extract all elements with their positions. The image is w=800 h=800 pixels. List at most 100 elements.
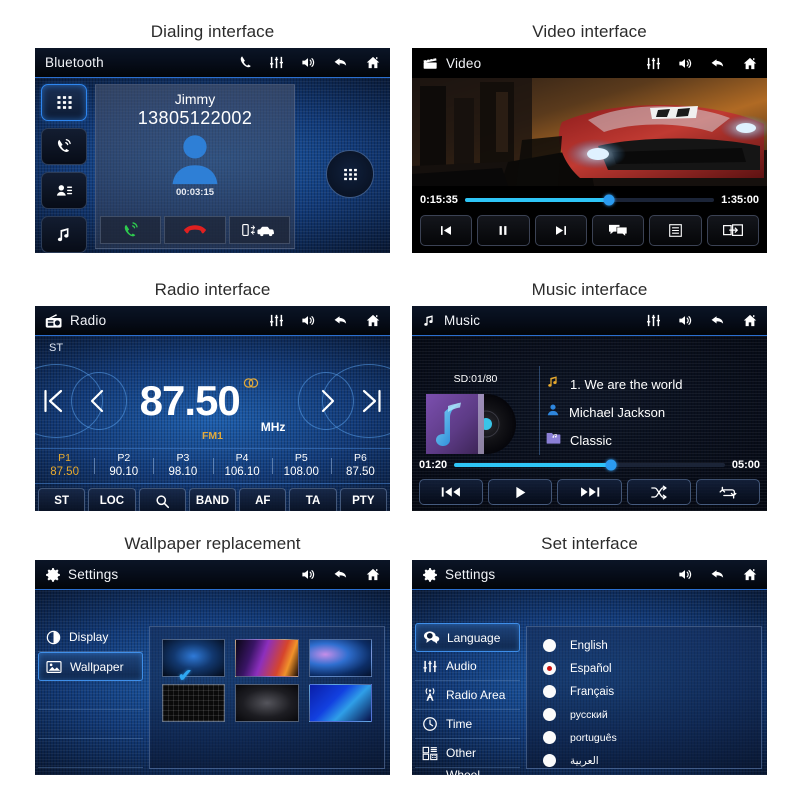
previous-button[interactable] xyxy=(420,215,473,246)
menu-item-content: Other xyxy=(415,739,520,768)
pause-button[interactable] xyxy=(477,215,530,246)
language-label: Français xyxy=(570,685,615,698)
radio-button[interactable] xyxy=(543,662,556,675)
screen-switch-icon[interactable] xyxy=(706,215,759,246)
radio-st-button[interactable]: ST xyxy=(38,488,86,511)
sidebar-item-call-log[interactable] xyxy=(41,128,87,165)
settings-menu-item-language[interactable]: Language xyxy=(415,623,520,652)
radio-af-button[interactable]: AF xyxy=(239,488,287,511)
radio-preset-p2[interactable]: P2 90.10 xyxy=(94,452,153,480)
settings-menu-item-wallpaper[interactable]: Wallpaper xyxy=(38,652,143,681)
music-album-pane: SD:01/80 xyxy=(412,366,540,455)
sidebar-item-contacts[interactable] xyxy=(41,172,87,209)
music-progress-bar[interactable] xyxy=(454,459,725,471)
video-progress-bar[interactable] xyxy=(464,194,715,206)
subtitle-icon[interactable] xyxy=(591,215,645,246)
dial-pad-button[interactable] xyxy=(326,150,374,198)
back-icon[interactable] xyxy=(331,567,350,582)
radio-button[interactable] xyxy=(543,754,556,767)
radio-button[interactable] xyxy=(543,708,556,721)
radio-button[interactable] xyxy=(543,731,556,744)
language-option-1[interactable]: Español xyxy=(543,657,761,680)
settings-menu-item-other[interactable]: Other xyxy=(415,739,520,768)
radio-preset-p6[interactable]: P6 87.50 xyxy=(330,452,390,480)
equalizer-icon[interactable] xyxy=(645,313,662,328)
radio-loc-button[interactable]: LOC xyxy=(88,488,136,511)
end-call-button[interactable] xyxy=(164,216,226,244)
radio-preset-p3[interactable]: P3 98.10 xyxy=(153,452,212,480)
home-icon[interactable] xyxy=(364,313,382,328)
sidebar-item-keypad[interactable] xyxy=(41,84,87,121)
answer-call-button[interactable] xyxy=(100,216,162,244)
equalizer-icon[interactable] xyxy=(268,313,285,328)
language-option-0[interactable]: English xyxy=(543,634,761,657)
radio-button[interactable] xyxy=(543,639,556,652)
wallpaper-thumb-6[interactable] xyxy=(308,684,372,722)
home-icon[interactable] xyxy=(741,56,759,71)
video-progress-knob[interactable] xyxy=(603,194,615,206)
radio-band-button[interactable]: BAND xyxy=(188,488,237,511)
wallpaper-menu: Display Wallpaper xyxy=(38,623,143,772)
settings-menu-item-radio-area[interactable]: Radio Area xyxy=(415,681,520,710)
home-icon[interactable] xyxy=(364,55,382,70)
language-option-4[interactable]: português xyxy=(543,726,761,749)
home-icon[interactable] xyxy=(741,313,759,328)
volume-icon[interactable] xyxy=(299,567,317,582)
settings-menu-item-wheel-control[interactable]: Wheel Control xyxy=(415,768,520,775)
radio-band: FM1 xyxy=(202,430,223,442)
radio-frequency: 87.50 xyxy=(139,377,241,424)
sidebar-item-music[interactable] xyxy=(41,216,87,253)
language-option-2[interactable]: Français xyxy=(543,680,761,703)
repeat-icon[interactable] xyxy=(695,479,761,505)
volume-icon[interactable] xyxy=(299,55,317,70)
radio-ta-button[interactable]: TA xyxy=(289,488,337,511)
play-button[interactable] xyxy=(488,479,553,505)
volume-icon[interactable] xyxy=(676,56,694,71)
language-option-3[interactable]: русский xyxy=(543,703,761,726)
settings-menu-item-display[interactable]: Display xyxy=(38,623,143,652)
radio-preset-p1[interactable]: P1 87.50 xyxy=(35,452,94,480)
shuffle-icon[interactable] xyxy=(626,479,691,505)
next-track-button[interactable] xyxy=(557,479,622,505)
transfer-audio-button[interactable] xyxy=(228,216,290,244)
volume-icon[interactable] xyxy=(676,313,694,328)
search-icon[interactable] xyxy=(138,488,186,511)
wallpaper-thumb-2[interactable] xyxy=(235,639,299,677)
radio-icon xyxy=(45,313,63,328)
radio-preset-p5[interactable]: P5 108.00 xyxy=(271,452,331,480)
dialing-call-card: Jimmy 13805122002 00:03:15 xyxy=(95,84,295,249)
back-icon[interactable] xyxy=(331,55,350,70)
volume-icon[interactable] xyxy=(676,567,694,582)
home-icon[interactable] xyxy=(741,567,759,582)
equalizer-icon[interactable] xyxy=(645,56,662,71)
radio-topbar: Radio xyxy=(35,306,390,336)
radio-button[interactable] xyxy=(543,685,556,698)
back-icon[interactable] xyxy=(708,56,727,71)
radio-body: ST 87.50 MHz FM1 P1 87.50 P2 90.10 P3 98… xyxy=(35,336,390,511)
clock-icon xyxy=(421,716,439,732)
settings-menu-item-audio[interactable]: Audio xyxy=(415,652,520,681)
wallpaper-thumb-3[interactable] xyxy=(308,639,372,677)
back-icon[interactable] xyxy=(708,567,727,582)
equalizer-icon[interactable] xyxy=(268,55,285,70)
preset-value: 108.00 xyxy=(283,466,319,479)
previous-track-button[interactable] xyxy=(419,479,484,505)
music-progress-knob[interactable] xyxy=(605,459,617,471)
caption-radio: Radio interface xyxy=(154,280,271,299)
settings-menu-item-time[interactable]: Time xyxy=(415,710,520,739)
language-option-5[interactable]: العربية xyxy=(543,749,761,772)
back-icon[interactable] xyxy=(708,313,727,328)
wallpaper-thumb-1[interactable] xyxy=(162,639,226,677)
home-icon[interactable] xyxy=(364,567,382,582)
dialing-title: Bluetooth xyxy=(45,55,104,70)
back-icon[interactable] xyxy=(331,313,350,328)
video-viewport[interactable] xyxy=(412,78,767,186)
wallpaper-thumb-4[interactable] xyxy=(162,684,226,722)
radio-pty-button[interactable]: PTY xyxy=(339,488,387,511)
next-button[interactable] xyxy=(534,215,587,246)
radio-preset-p4[interactable]: P4 106.10 xyxy=(212,452,272,480)
phone-icon[interactable] xyxy=(237,55,254,70)
list-icon[interactable] xyxy=(649,215,702,246)
volume-icon[interactable] xyxy=(299,313,317,328)
wallpaper-thumb-5[interactable] xyxy=(235,684,299,722)
